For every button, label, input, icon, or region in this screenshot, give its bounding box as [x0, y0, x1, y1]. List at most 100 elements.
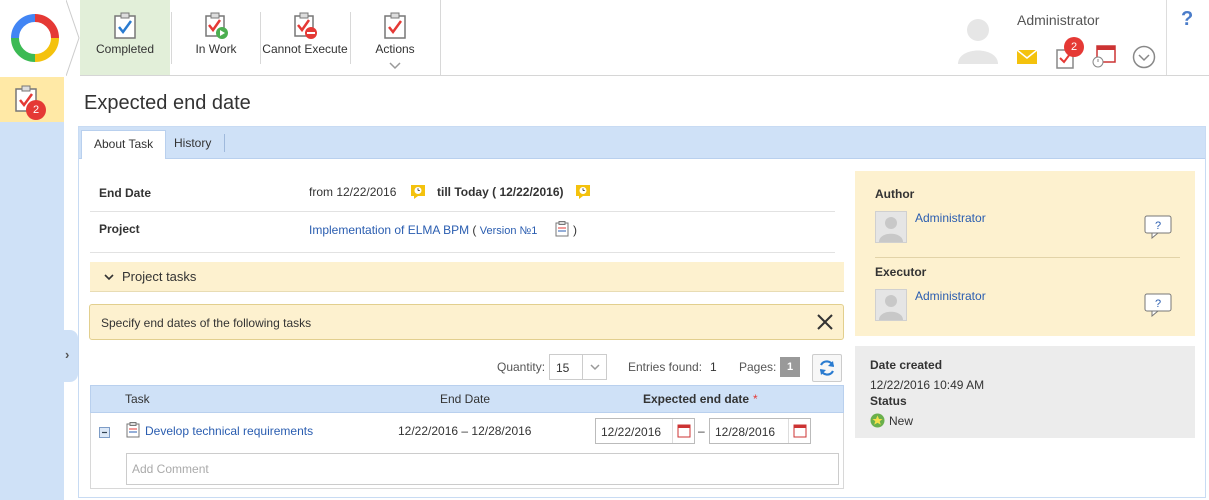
status-label: Status: [870, 394, 907, 408]
clipboard-actions-icon: [384, 12, 406, 39]
logo-divider-arrow: [66, 0, 80, 76]
completed-button[interactable]: Completed: [80, 0, 170, 75]
sidebar-item-tasks[interactable]: 2: [0, 77, 64, 122]
author-link[interactable]: Administrator: [915, 211, 986, 225]
question-mark: ?: [1155, 298, 1161, 310]
expected-from-date-input[interactable]: 12/22/2016: [595, 418, 695, 444]
help-button[interactable]: ?: [1166, 0, 1209, 75]
project-tasks-title: Project tasks: [122, 269, 197, 284]
project-link[interactable]: Implementation of ELMA BPM: [309, 223, 469, 237]
actions-label: Actions: [375, 42, 415, 56]
tab-separator: [224, 134, 225, 152]
logo[interactable]: [0, 0, 80, 76]
comment-input[interactable]: Add Comment: [126, 453, 839, 485]
elma-logo-icon: [11, 14, 59, 62]
date-created-value: 12/22/2016 10:49 AM: [870, 378, 985, 392]
chevron-down-icon: [104, 274, 114, 281]
author-avatar: [875, 211, 907, 243]
calendar-icon: [677, 424, 691, 438]
quantity-value: 15: [556, 361, 570, 375]
expected-from-value: 12/22/2016: [601, 425, 662, 439]
sidebar-expand-toggle[interactable]: ›: [62, 330, 78, 382]
clipboard-check-icon: [114, 12, 136, 39]
project-value: Implementation of ELMA BPM ( Version №1: [309, 223, 537, 237]
expand-user-menu-icon[interactable]: [1132, 45, 1156, 69]
close-icon[interactable]: [815, 311, 835, 333]
calendar-picker-button[interactable]: [672, 419, 694, 443]
document-icon[interactable]: [555, 221, 569, 237]
required-marker: *: [753, 392, 758, 406]
end-date-label: End Date: [99, 186, 152, 200]
clock-icon[interactable]: [410, 184, 426, 200]
people-card: Author Administrator ? Executor Administ…: [855, 171, 1195, 336]
calendar-icon[interactable]: [1091, 44, 1117, 68]
range-separator: –: [698, 424, 705, 438]
executor-link[interactable]: Administrator: [915, 289, 986, 303]
column-expected-end-date: Expected end date: [643, 392, 750, 406]
project-close-paren: ): [573, 223, 577, 237]
entries-found-value: 1: [710, 360, 717, 374]
clock-icon[interactable]: [575, 184, 591, 200]
username[interactable]: Administrator: [1017, 12, 1099, 28]
user-area: Administrator 2: [950, 0, 1166, 75]
page-number-button[interactable]: 1: [780, 357, 800, 377]
mail-icon[interactable]: [1016, 49, 1038, 65]
calendar-icon: [793, 424, 807, 438]
chevron-down-icon: [590, 364, 600, 371]
calendar-picker-button[interactable]: [788, 419, 810, 443]
expected-to-date-input[interactable]: 12/28/2016: [709, 418, 811, 444]
tasks-grid-header: Task End Date Expected end date *: [90, 385, 844, 413]
notice-banner: Specify end dates of the following tasks: [89, 304, 844, 340]
user-avatar-icon[interactable]: [956, 14, 1000, 64]
divider: [90, 211, 835, 212]
completed-label: Completed: [95, 42, 155, 56]
table-row: Develop technical requirements 12/22/201…: [90, 413, 844, 489]
actions-button[interactable]: Actions: [351, 0, 439, 75]
in-work-label: In Work: [195, 42, 237, 56]
message-question-icon[interactable]: ?: [1144, 293, 1172, 317]
project-open-paren: (: [472, 223, 477, 237]
user-avatar-icon: [879, 217, 903, 242]
task-link[interactable]: Develop technical requirements: [145, 424, 313, 438]
collapse-row-icon[interactable]: [99, 427, 110, 438]
quantity-dropdown[interactable]: [582, 355, 606, 379]
question-mark: ?: [1155, 220, 1161, 232]
quantity-select[interactable]: 15: [549, 354, 607, 380]
refresh-icon: [819, 360, 835, 376]
cannot-execute-label: Cannot Execute: [262, 42, 348, 56]
user-avatar-icon: [879, 295, 903, 320]
date-created-label: Date created: [870, 358, 943, 372]
help-icon: ?: [1181, 8, 1194, 30]
entries-found-label: Entries found:: [628, 360, 703, 374]
column-end-date[interactable]: End Date: [440, 392, 490, 406]
status-star-icon: [870, 413, 885, 428]
clipboard-stop-icon: [294, 12, 317, 39]
in-work-button[interactable]: In Work: [172, 0, 260, 75]
clipboard-play-icon: [205, 12, 228, 39]
end-date-from: from 12/22/2016: [309, 185, 397, 199]
column-task[interactable]: Task: [125, 392, 150, 406]
chevron-down-icon: [389, 62, 401, 70]
author-label: Author: [875, 187, 915, 201]
meta-card: Date created 12/22/2016 10:49 AM Status …: [855, 346, 1195, 438]
cannot-execute-button[interactable]: Cannot Execute: [261, 0, 349, 75]
message-question-icon[interactable]: ?: [1144, 215, 1172, 239]
notice-text: Specify end dates of the following tasks: [101, 316, 312, 330]
executor-label: Executor: [875, 265, 927, 279]
refresh-button[interactable]: [812, 354, 842, 382]
project-tasks-header[interactable]: Project tasks: [90, 262, 844, 292]
comment-placeholder: Add Comment: [132, 462, 209, 476]
page-title: Expected end date: [84, 92, 251, 114]
tab-history[interactable]: History: [162, 130, 223, 159]
toolbar-separator: [440, 0, 441, 75]
divider: [875, 257, 1180, 258]
top-toolbar: Completed In Work Cannot Execute Actions…: [0, 0, 1209, 76]
project-version-link[interactable]: Version №1: [480, 225, 538, 237]
sidebar-tasks-badge: 2: [26, 100, 46, 120]
tab-about-task[interactable]: About Task: [81, 130, 167, 159]
quantity-label: Quantity:: [497, 360, 546, 374]
task-end-date: 12/22/2016 – 12/28/2016: [398, 424, 532, 438]
project-label: Project: [99, 222, 140, 236]
left-sidebar: 2: [0, 77, 64, 500]
tasks-count-badge: 2: [1064, 37, 1084, 57]
